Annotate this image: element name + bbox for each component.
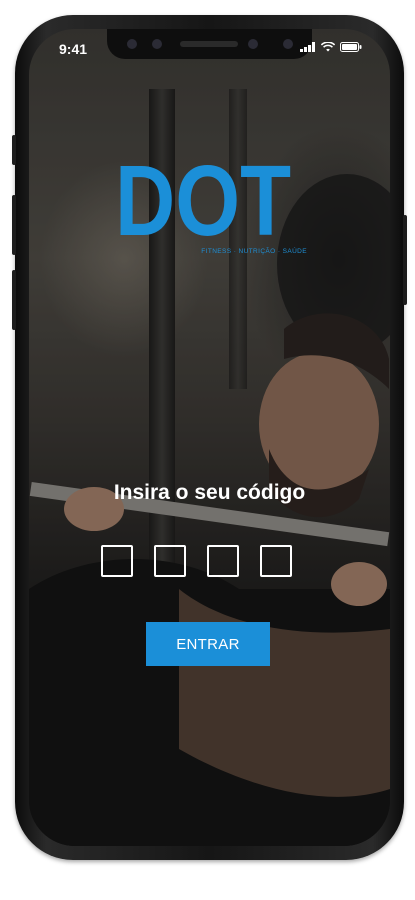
- code-digit-input[interactable]: [154, 545, 186, 577]
- photo-overlay: [29, 29, 390, 846]
- brand-tagline: FITNESS · NUTRIÇÃO · SAÚDE: [201, 248, 307, 255]
- sensor-dot: [152, 39, 162, 49]
- svg-text:DOT: DOT: [115, 157, 291, 237]
- volume-up-button: [12, 195, 16, 255]
- code-digit-input[interactable]: [207, 545, 239, 577]
- front-camera: [283, 39, 293, 49]
- code-digit-input[interactable]: [101, 545, 133, 577]
- dot-logo-icon: DOT: [115, 157, 291, 237]
- status-icons: [300, 42, 362, 52]
- app-screen: 9:41 DOT FITNESS · NUTRIÇÃO · SAÚDE Insi…: [29, 29, 390, 846]
- mute-switch: [12, 135, 16, 165]
- power-button: [403, 215, 407, 305]
- sensor-dot: [127, 39, 137, 49]
- battery-icon: [340, 42, 362, 52]
- code-prompt-title: Insira o seu código: [113, 481, 306, 504]
- code-digit-input[interactable]: [260, 545, 292, 577]
- status-time: 9:41: [59, 41, 88, 57]
- notch: [107, 29, 312, 59]
- code-input-group: [101, 545, 292, 577]
- signal-icon: [300, 42, 315, 52]
- sensor-dot: [248, 39, 258, 49]
- enter-button[interactable]: ENTRAR: [146, 622, 270, 666]
- speaker-grille: [180, 41, 238, 47]
- volume-down-button: [12, 270, 16, 330]
- wifi-icon: [321, 42, 335, 52]
- status-bar: 9:41: [29, 29, 390, 69]
- phone-frame: 9:41 DOT FITNESS · NUTRIÇÃO · SAÚDE Insi…: [12, 15, 407, 860]
- brand-logo: DOT: [115, 157, 315, 237]
